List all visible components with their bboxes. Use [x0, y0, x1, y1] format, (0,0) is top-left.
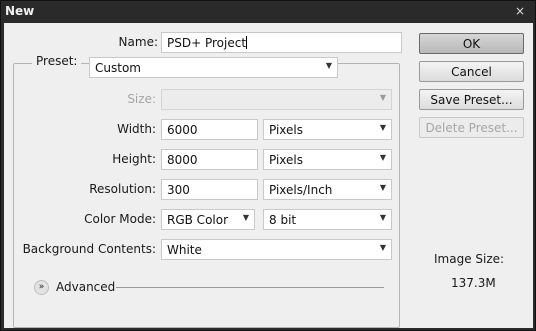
resolution-unit-value: Pixels/Inch	[269, 183, 333, 197]
width-unit-value: Pixels	[269, 123, 304, 137]
height-label: Height:	[112, 152, 156, 166]
text-cursor	[246, 36, 248, 49]
delete-preset-button: Delete Preset...	[419, 117, 524, 138]
width-label: Width:	[117, 122, 156, 136]
save-preset-button[interactable]: Save Preset...	[419, 89, 524, 110]
resolution-input[interactable]: 300	[161, 179, 258, 200]
resolution-unit-select[interactable]: Pixels/Inch ▼	[263, 179, 392, 200]
caret-down-icon: ▼	[379, 93, 386, 102]
dialog-title: New	[5, 4, 35, 18]
caret-down-icon: ▼	[325, 61, 332, 70]
caret-down-icon: ▼	[379, 183, 386, 192]
caret-down-icon: ▼	[379, 123, 386, 132]
color-mode-value: RGB Color	[167, 213, 229, 227]
background-contents-label: Background Contents:	[22, 242, 156, 256]
background-contents-value: White	[167, 243, 202, 257]
height-input[interactable]: 8000	[161, 149, 258, 170]
advanced-toggle-label[interactable]: Advanced	[56, 280, 115, 294]
width-unit-select[interactable]: Pixels ▼	[263, 119, 392, 140]
name-input[interactable]: PSD+ Project	[161, 32, 402, 53]
close-icon[interactable]: ×	[515, 4, 525, 18]
color-mode-select[interactable]: RGB Color ▼	[161, 209, 255, 230]
caret-down-icon: ▼	[379, 213, 386, 222]
width-input-value: 6000	[167, 123, 198, 137]
bit-depth-value: 8 bit	[269, 213, 297, 227]
dialog-body: Name: PSD+ Project Preset: Custom ▼ Size…	[4, 23, 533, 328]
resolution-input-value: 300	[167, 183, 190, 197]
height-unit-value: Pixels	[269, 153, 304, 167]
caret-down-icon: ▼	[379, 243, 386, 252]
bit-depth-select[interactable]: 8 bit ▼	[263, 209, 392, 230]
height-input-value: 8000	[167, 153, 198, 167]
caret-down-icon: ▼	[379, 153, 386, 162]
preset-select[interactable]: Custom ▼	[89, 57, 338, 78]
caret-down-icon: ▼	[242, 213, 249, 222]
color-mode-label: Color Mode:	[84, 212, 156, 226]
image-size-label: Image Size:	[434, 252, 505, 266]
new-document-dialog: New × Name: PSD+ Project Preset: Custom …	[0, 0, 536, 331]
name-input-value: PSD+ Project	[167, 36, 247, 50]
preset-label: Preset:	[32, 54, 82, 68]
double-chevron-down-icon[interactable]: »	[34, 280, 49, 295]
title-bar[interactable]: New ×	[1, 1, 535, 23]
height-unit-select[interactable]: Pixels ▼	[263, 149, 392, 170]
cancel-button[interactable]: Cancel	[419, 61, 524, 82]
preset-select-value: Custom	[95, 61, 141, 75]
image-size-value: 137.3M	[451, 276, 496, 290]
advanced-divider	[116, 287, 384, 288]
size-label: Size:	[127, 92, 156, 106]
size-select: ▼	[161, 89, 392, 110]
background-contents-select[interactable]: White ▼	[161, 239, 392, 260]
name-label: Name:	[118, 35, 158, 49]
width-input[interactable]: 6000	[161, 119, 258, 140]
resolution-label: Resolution:	[89, 182, 156, 196]
ok-button[interactable]: OK	[419, 33, 524, 54]
